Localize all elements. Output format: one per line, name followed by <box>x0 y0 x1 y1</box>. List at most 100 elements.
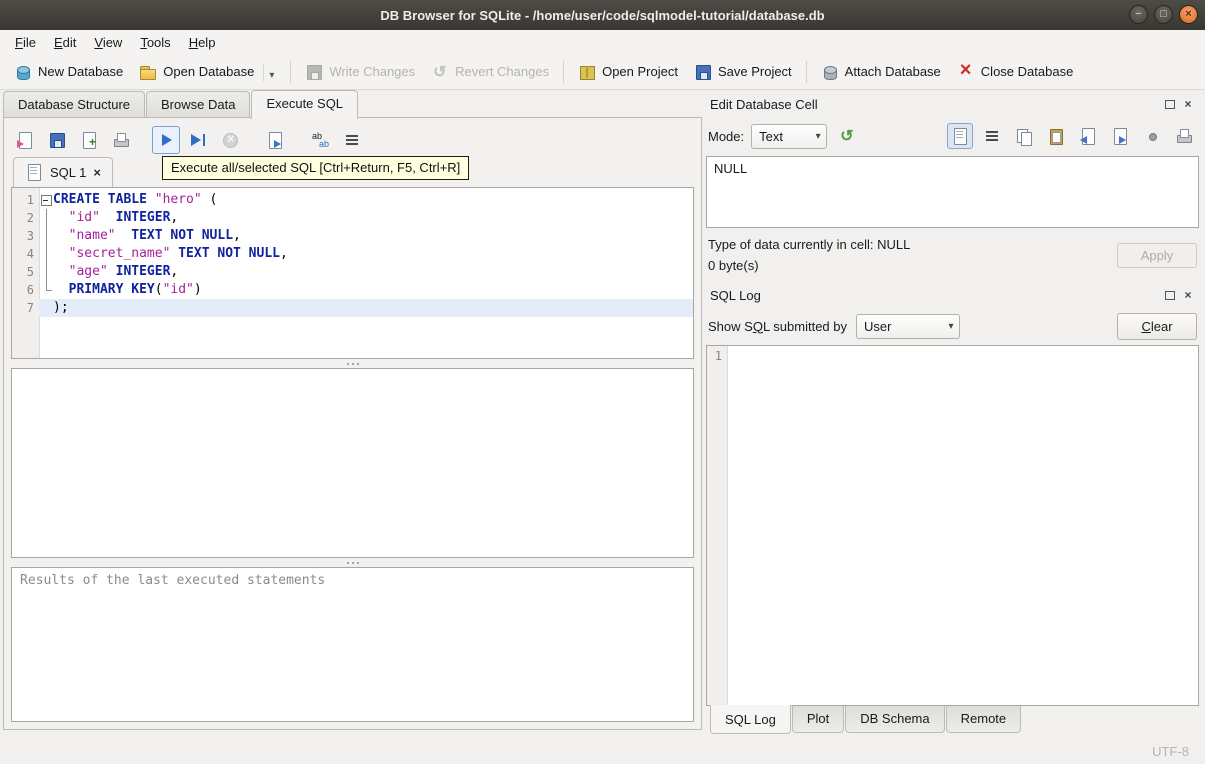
close-icon: × <box>1184 97 1192 111</box>
splitter-handle-1[interactable] <box>11 359 694 368</box>
main-toolbar: New Database Open Database ▾ Write Changes R… <box>0 54 1205 90</box>
minimize-button[interactable]: − <box>1129 5 1148 24</box>
editor-line-3[interactable]: 3 "name" TEXT NOT NULL, <box>12 227 693 245</box>
tab-remote[interactable]: Remote <box>945 706 1022 733</box>
window-title: DB Browser for SQLite - /home/user/code/… <box>380 7 825 23</box>
text-mode-icon <box>951 127 969 145</box>
close-database-button[interactable]: Close Database <box>949 58 1082 86</box>
sql-log-area[interactable]: 1 <box>706 345 1199 706</box>
submitted-by-select[interactable]: User ▾ <box>856 313 960 339</box>
tab-db-schema[interactable]: DB Schema <box>845 706 945 733</box>
paste-button[interactable] <box>1043 123 1069 149</box>
line-number: 6 <box>26 283 34 297</box>
code-text: "id" INTEGER, <box>68 210 179 225</box>
new-database-icon <box>14 63 32 81</box>
set-null-button[interactable] <box>1139 123 1165 149</box>
tab-plot[interactable]: Plot <box>791 706 845 733</box>
cell-toolbar <box>947 123 1197 149</box>
execute-sql-panel: Execute all/selected SQL [Ctrl+Return, F… <box>3 117 702 730</box>
save-results-button[interactable] <box>261 126 289 154</box>
execution-log[interactable]: Results of the last executed statements <box>11 567 694 722</box>
sql-log-close-button[interactable]: × <box>1180 287 1196 303</box>
edit-cell-float-button[interactable] <box>1161 96 1177 112</box>
cell-size-info: 0 byte(s) <box>708 258 759 273</box>
tab-execute-sql[interactable]: Execute SQL <box>251 90 359 119</box>
maximize-icon: □ <box>1160 8 1167 20</box>
sql-log-float-button[interactable] <box>1161 287 1177 303</box>
open-in-new-tab-button[interactable] <box>75 126 103 154</box>
apply-mode-icon <box>838 126 856 146</box>
close-database-icon <box>957 59 975 82</box>
show-sql-label: Show SQL submitted by <box>708 318 847 334</box>
maximize-button[interactable]: □ <box>1154 5 1173 24</box>
editor-line-4[interactable]: 4 "secret_name" TEXT NOT NULL, <box>12 245 693 263</box>
execute-current-line-button[interactable] <box>184 126 212 154</box>
open-in-new-tab-icon <box>80 131 98 149</box>
sql-log-header: SQL Log × <box>706 283 1199 307</box>
menu-view[interactable]: View <box>85 32 131 53</box>
write-changes-icon <box>305 63 323 81</box>
line-number: 3 <box>26 229 34 243</box>
editor-line-7[interactable]: 7); <box>12 299 693 317</box>
new-database-button[interactable]: New Database <box>6 58 131 86</box>
sql-tab-close-icon[interactable]: × <box>93 165 101 180</box>
sql-tab[interactable]: SQL 1 × <box>13 157 113 187</box>
export-button[interactable] <box>1107 123 1133 149</box>
editor-line-6[interactable]: 6 PRIMARY KEY("id") <box>12 281 693 299</box>
auto-format-button[interactable] <box>338 126 366 154</box>
word-wrap-icon <box>983 127 1001 145</box>
open-sql-file-button[interactable] <box>11 126 39 154</box>
fold-marker[interactable] <box>39 191 53 209</box>
tab-browse-data[interactable]: Browse Data <box>146 91 251 118</box>
word-wrap-button[interactable] <box>979 123 1005 149</box>
editor-line-2[interactable]: 2 "id" INTEGER, <box>12 209 693 227</box>
mode-select[interactable]: Text ▾ <box>751 123 828 149</box>
save-project-button[interactable]: Save Project <box>686 58 800 86</box>
title-bar: DB Browser for SQLite - /home/user/code/… <box>0 0 1205 30</box>
find-replace-icon <box>311 131 329 149</box>
menu-file[interactable]: File <box>6 32 45 53</box>
clear-button[interactable]: Clear <box>1117 312 1197 340</box>
editor-line-5[interactable]: 5 "age" INTEGER, <box>12 263 693 281</box>
copy-icon <box>1015 127 1033 146</box>
menu-edit[interactable]: Edit <box>45 32 85 53</box>
write-changes-label: Write Changes <box>329 64 416 79</box>
close-button[interactable]: × <box>1179 5 1198 24</box>
cell-info-row: Type of data currently in cell: NULL 0 b… <box>706 228 1199 273</box>
execute-all-button[interactable] <box>152 126 180 154</box>
menu-help[interactable]: Help <box>180 32 225 53</box>
encoding-indicator: UTF-8 <box>1152 743 1189 759</box>
open-project-button[interactable]: Open Project <box>570 58 686 86</box>
edit-cell-close-button[interactable]: × <box>1180 96 1196 112</box>
sql-editor[interactable]: 1 CREATE TABLE "hero" (2 "id" INTEGER, 3 "… <box>11 187 694 359</box>
fold-marker <box>39 245 53 263</box>
stop-button <box>216 126 244 154</box>
cell-editor[interactable]: NULL <box>706 156 1199 228</box>
print-button[interactable] <box>1171 123 1197 149</box>
revert-changes-icon <box>431 62 449 82</box>
text-mode-button[interactable] <box>947 123 973 149</box>
open-database-button[interactable]: Open Database ▾ <box>131 58 284 86</box>
find-replace-button[interactable] <box>306 126 334 154</box>
code-text: "age" INTEGER, <box>68 264 179 279</box>
editor-line-1[interactable]: 1 CREATE TABLE "hero" ( <box>12 191 693 209</box>
results-grid[interactable] <box>11 368 694 558</box>
set-null-icon <box>1143 127 1161 145</box>
print-button[interactable] <box>107 126 135 154</box>
tab-sql-log[interactable]: SQL Log <box>710 705 791 734</box>
open-project-label: Open Project <box>602 64 678 79</box>
menu-tools[interactable]: Tools <box>131 32 179 53</box>
print-icon <box>112 131 130 149</box>
open-database-dropdown-arrow[interactable]: ▾ <box>263 63 276 81</box>
tab-database-structure[interactable]: Database Structure <box>3 91 146 118</box>
save-sql-file-button[interactable] <box>43 126 71 154</box>
attach-database-button[interactable]: Attach Database <box>813 58 949 86</box>
splitter-handle-2[interactable] <box>11 558 694 567</box>
open-sql-file-icon <box>16 131 34 149</box>
window-controls: − □ × <box>1129 5 1198 24</box>
cell-type-info: Type of data currently in cell: NULL <box>708 237 911 252</box>
code-text: "name" TEXT NOT NULL, <box>68 228 241 243</box>
apply-mode-button[interactable] <box>834 123 860 149</box>
copy-button[interactable] <box>1011 123 1037 149</box>
import-button[interactable] <box>1075 123 1101 149</box>
